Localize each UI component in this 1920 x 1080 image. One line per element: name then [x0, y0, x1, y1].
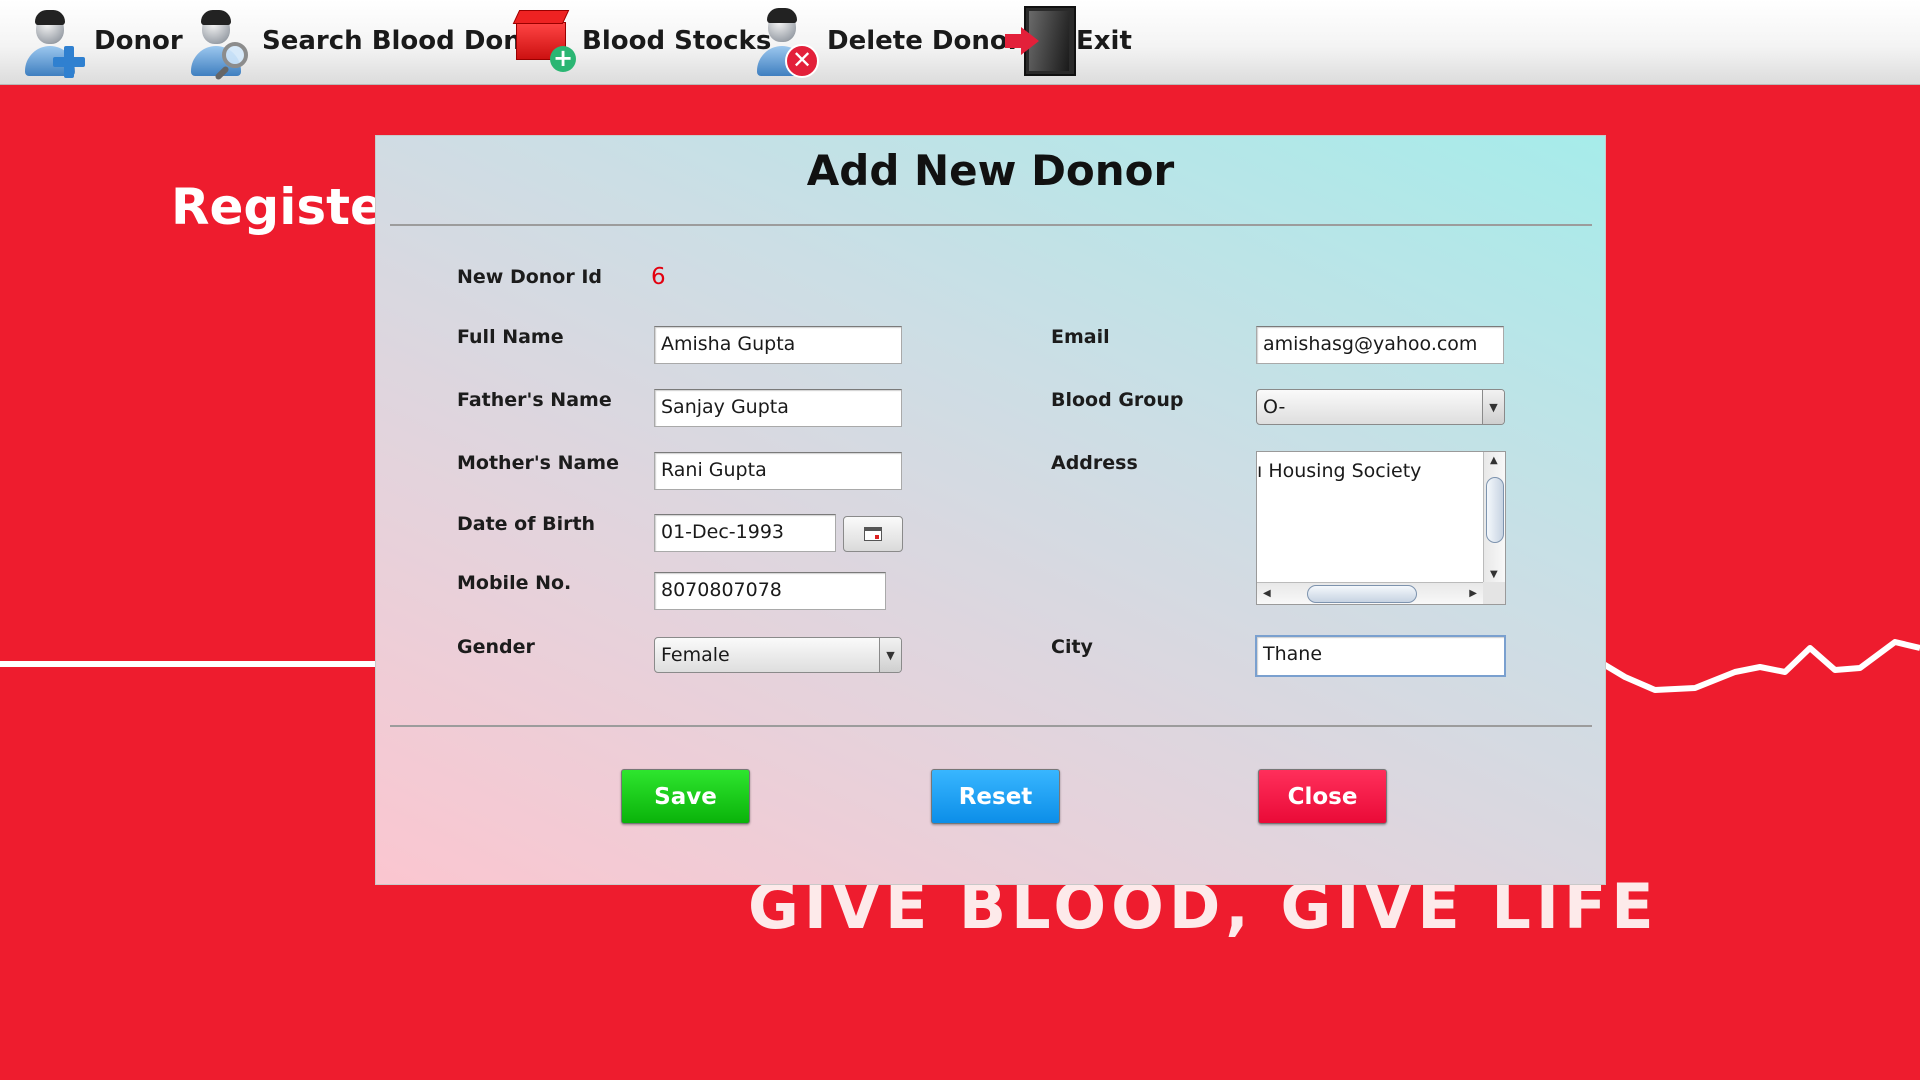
toolbar-blood-stocks-label: Blood Stocks — [582, 26, 772, 56]
gender-selected-value: Female — [661, 644, 730, 666]
gender-select[interactable]: Female ▼ — [654, 637, 902, 673]
chevron-down-icon[interactable]: ▼ — [1482, 390, 1504, 424]
email-label: Email — [1051, 326, 1110, 348]
title-divider — [390, 224, 1592, 226]
chevron-down-icon[interactable]: ▼ — [879, 638, 901, 672]
exit-door-icon — [1002, 0, 1076, 82]
address-vertical-scrollbar[interactable]: ▲ ▼ — [1483, 452, 1505, 584]
blood-group-select[interactable]: O- ▼ — [1256, 389, 1505, 425]
toolbar-donor-label: Donor — [94, 26, 183, 56]
add-user-icon — [20, 0, 92, 82]
toolbar-search-donor-button[interactable]: Search Blood Donor — [188, 0, 552, 82]
toolbar-delete-donor-label: Delete Donor — [827, 26, 1021, 56]
horizontal-scroll-thumb[interactable] — [1307, 585, 1417, 603]
full-name-label: Full Name — [457, 326, 564, 348]
blood-group-selected-value: O- — [1263, 396, 1286, 418]
city-field[interactable]: Thane — [1255, 635, 1506, 677]
calendar-icon — [864, 527, 882, 541]
address-textarea[interactable]: ı Housing Society ▲ ▼ ◀ ▶ — [1256, 451, 1506, 605]
mobile-field[interactable]: 8070807078 — [654, 572, 886, 610]
add-donor-dialog: Add New Donor New Donor Id Full Name Fat… — [375, 135, 1606, 885]
register-heading: Register — [171, 178, 409, 236]
search-user-icon — [188, 0, 260, 82]
main-toolbar: Donor Search Blood Donor + Blood Stocks … — [0, 0, 1920, 85]
close-button[interactable]: Close — [1258, 769, 1387, 824]
dialog-title: Add New Donor — [806, 146, 1175, 195]
donor-id-label: New Donor Id — [457, 266, 603, 288]
scroll-down-icon[interactable]: ▼ — [1490, 570, 1498, 580]
full-name-field[interactable]: Amisha Gupta — [654, 326, 902, 364]
mobile-label: Mobile No. — [457, 572, 572, 594]
mother-name-field[interactable]: Rani Gupta — [654, 452, 902, 490]
button-divider — [390, 725, 1592, 727]
toolbar-donor-button[interactable]: Donor — [20, 0, 183, 82]
date-picker-button[interactable] — [843, 516, 903, 552]
dob-label: Date of Birth — [457, 513, 596, 535]
scroll-left-icon[interactable]: ◀ — [1263, 589, 1271, 599]
dob-field[interactable]: 01-Dec-1993 — [654, 514, 836, 552]
email-field[interactable]: amishasg@yahoo.com — [1256, 326, 1504, 364]
scroll-up-icon[interactable]: ▲ — [1490, 456, 1498, 466]
reset-button[interactable]: Reset — [931, 769, 1060, 824]
save-button[interactable]: Save — [621, 769, 750, 824]
toolbar-exit-button[interactable]: Exit — [1002, 0, 1132, 82]
toolbar-delete-donor-button[interactable]: ✕ Delete Donor — [753, 0, 1021, 82]
father-name-label: Father's Name — [457, 389, 612, 411]
donor-id-value: 6 — [651, 264, 666, 290]
gender-label: Gender — [457, 636, 535, 658]
blood-stock-icon: + — [508, 0, 580, 82]
delete-user-icon: ✕ — [753, 0, 825, 82]
vertical-scroll-thumb[interactable] — [1486, 477, 1504, 543]
scrollbar-corner — [1483, 582, 1505, 604]
address-horizontal-scrollbar[interactable]: ◀ ▶ — [1257, 582, 1485, 604]
mother-name-label: Mother's Name — [457, 452, 619, 474]
scroll-right-icon[interactable]: ▶ — [1469, 589, 1477, 599]
city-label: City — [1051, 636, 1093, 658]
address-text: ı Housing Society — [1257, 460, 1422, 482]
toolbar-exit-label: Exit — [1076, 26, 1132, 56]
father-name-field[interactable]: Sanjay Gupta — [654, 389, 902, 427]
address-label: Address — [1051, 452, 1138, 474]
blood-group-label: Blood Group — [1051, 389, 1184, 411]
toolbar-blood-stocks-button[interactable]: + Blood Stocks — [508, 0, 771, 82]
